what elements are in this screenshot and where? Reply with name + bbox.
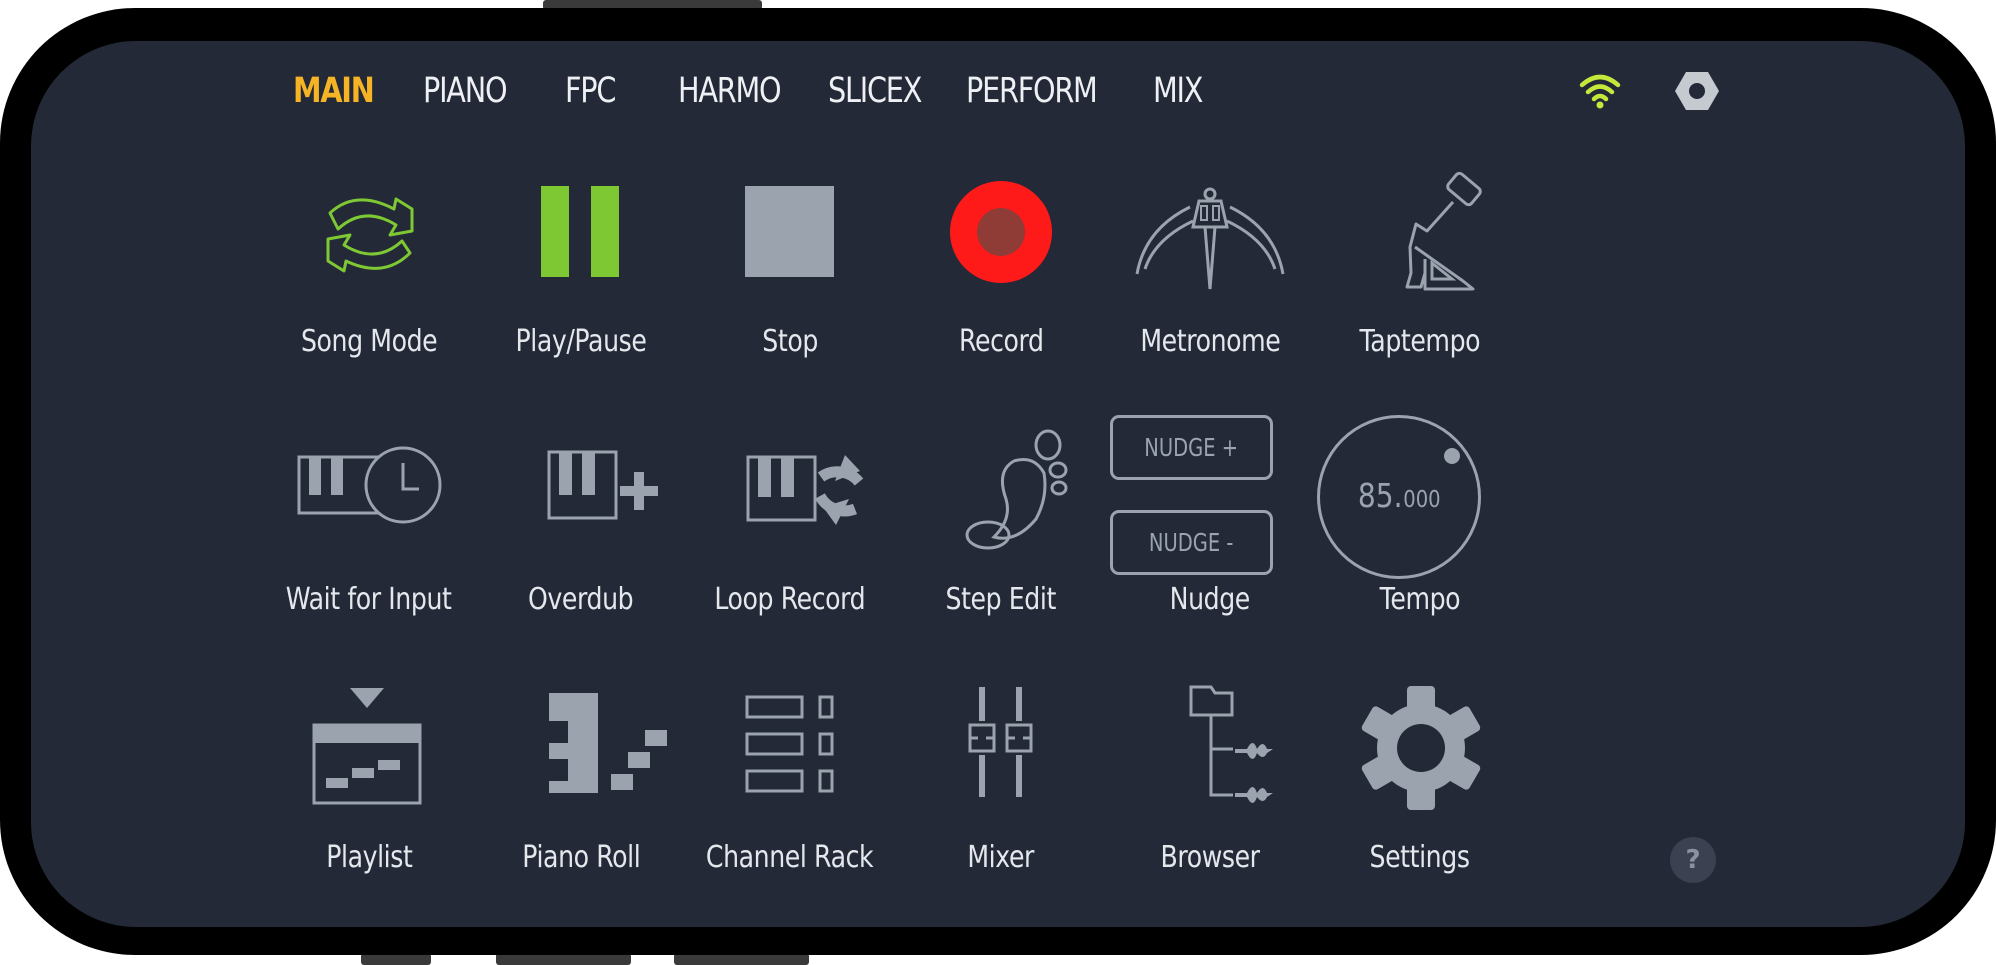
browser-button[interactable]: Browser — [1105, 685, 1315, 927]
nudge-plus-button[interactable]: NUDGE + — [1110, 415, 1273, 480]
gear-icon — [1361, 686, 1481, 810]
taptempo-label: Taptempo — [1359, 324, 1481, 359]
settings-button[interactable]: Settings — [1315, 685, 1525, 927]
record-button[interactable]: Record — [896, 169, 1106, 419]
song-mode-button[interactable]: Song Mode — [264, 169, 474, 419]
piano-roll-button[interactable]: Piano Roll — [476, 685, 686, 927]
tab-main[interactable]: MAIN — [293, 71, 375, 111]
channel-rack-button[interactable]: Channel Rack — [685, 685, 895, 927]
tab-harmo[interactable]: HARMO — [678, 71, 782, 111]
app-screen: MAIN PIANO FPC HARMO SLICEX PERFORM MIX … — [31, 41, 1965, 927]
record-icon — [950, 181, 1052, 283]
tempo-label: Tempo — [1379, 582, 1461, 617]
piano-roll-icon — [549, 693, 667, 793]
nudge-minus-button[interactable]: NUDGE - — [1110, 510, 1273, 575]
play-pause-icon — [541, 186, 619, 277]
stop-button[interactable]: Stop — [685, 169, 895, 419]
metronome-button[interactable]: Metronome — [1105, 169, 1315, 419]
metronome-icon — [1135, 187, 1285, 290]
mixer-faders-icon — [968, 687, 1033, 797]
tab-piano[interactable]: PIANO — [423, 71, 508, 111]
help-button[interactable]: ? — [1670, 837, 1716, 883]
hex-nut-icon[interactable] — [1674, 70, 1720, 112]
stop-icon — [745, 186, 834, 277]
wait-for-input-button[interactable]: Wait for Input — [264, 427, 474, 677]
channel-rack-icon — [745, 695, 834, 793]
mixer-button[interactable]: Mixer — [896, 685, 1106, 927]
tempo-value: 85.000 — [1357, 476, 1441, 515]
taptempo-button[interactable]: Taptempo — [1315, 169, 1525, 419]
tempo-control: 85.000 Tempo — [1315, 415, 1525, 677]
tap-pedal-icon — [1405, 171, 1482, 291]
overdub-button[interactable]: Overdub — [476, 427, 686, 677]
footprint-icon — [965, 429, 1068, 550]
piano-clock-icon — [297, 446, 442, 524]
browser-tree-icon — [1189, 685, 1273, 803]
tab-mix[interactable]: MIX — [1153, 71, 1203, 111]
piano-plus-icon — [547, 450, 658, 520]
wifi-icon[interactable] — [1578, 70, 1622, 110]
tempo-dial-indicator — [1444, 448, 1460, 464]
playlist-button[interactable]: Playlist — [264, 685, 474, 927]
tab-slicex[interactable]: SLICEX — [828, 71, 922, 111]
step-edit-button[interactable]: Step Edit — [896, 427, 1106, 677]
tab-fpc[interactable]: FPC — [565, 71, 616, 111]
phone-frame: MAIN PIANO FPC HARMO SLICEX PERFORM MIX … — [0, 8, 1996, 955]
loop-record-button[interactable]: Loop Record — [685, 427, 895, 677]
piano-loop-icon — [746, 455, 864, 525]
song-mode-icon — [326, 197, 414, 273]
playlist-icon — [312, 688, 422, 805]
nudge-control: NUDGE + NUDGE - Nudge — [1105, 415, 1315, 677]
tempo-dial[interactable]: 85.000 — [1317, 415, 1481, 579]
settings-label: Settings — [1369, 840, 1470, 875]
tab-perform[interactable]: PERFORM — [966, 71, 1098, 111]
play-pause-button[interactable]: Play/Pause — [476, 169, 686, 419]
